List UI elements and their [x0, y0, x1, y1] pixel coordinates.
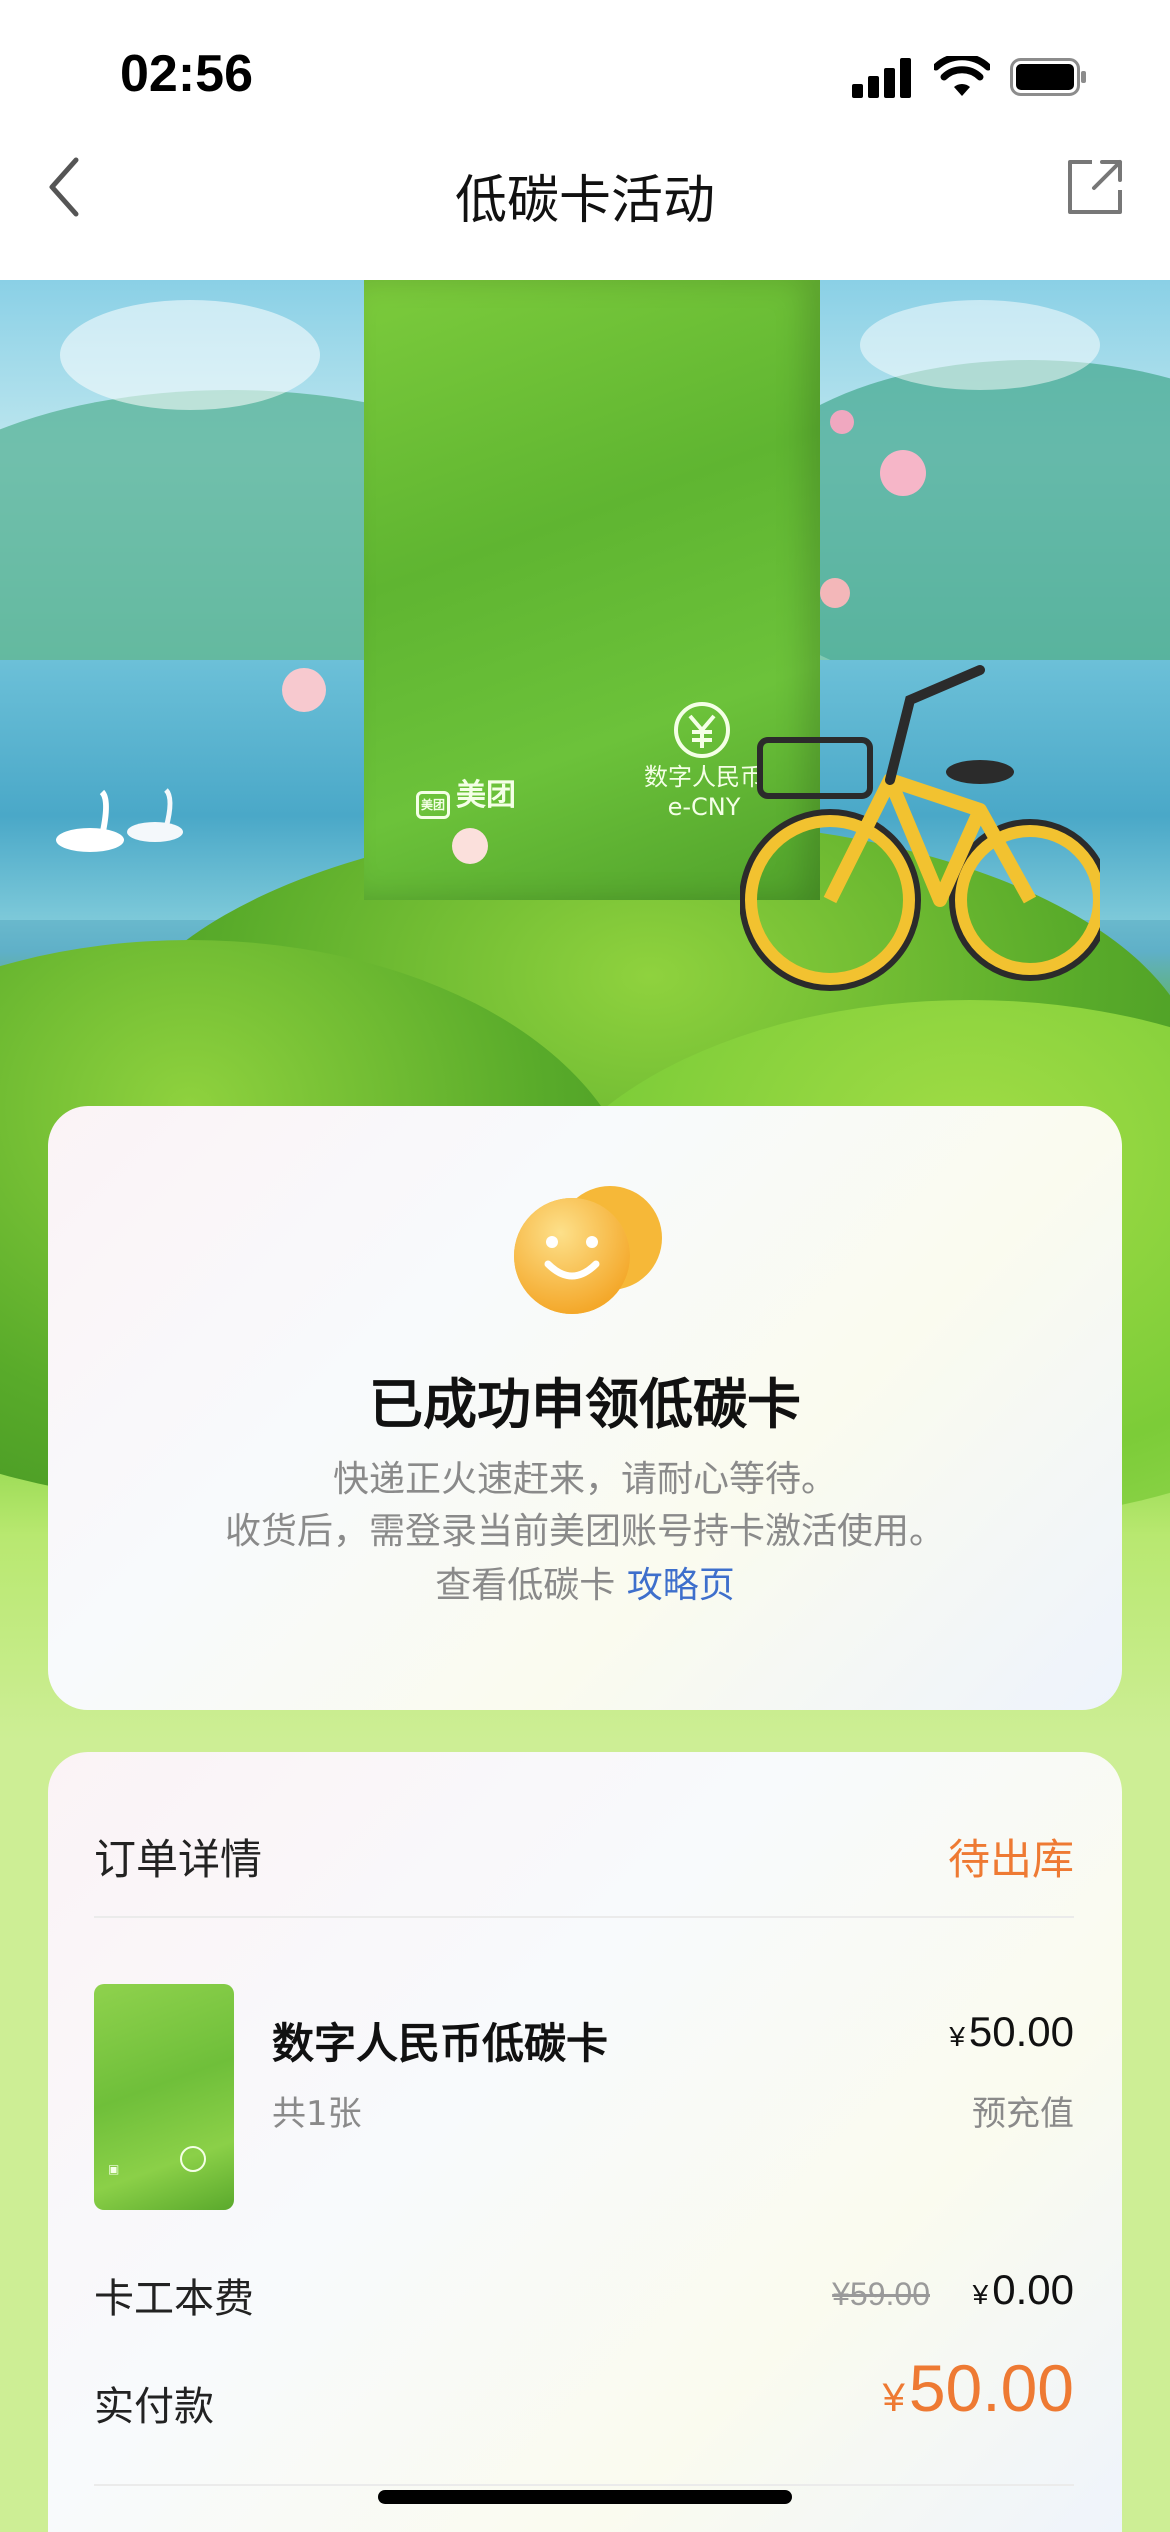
product-price-tag: 预充值	[972, 2094, 1074, 2134]
signal-icon	[852, 58, 912, 98]
mini-meituan-logo: ▣	[108, 2162, 120, 2176]
share-icon[interactable]	[1064, 156, 1126, 218]
product-quantity: 共1张	[272, 2094, 362, 2134]
mini-ecny-icon	[180, 2146, 206, 2172]
battery-icon	[1010, 58, 1086, 96]
paid-label: 实付款	[94, 2384, 214, 2430]
guide-link[interactable]: 攻略页	[627, 1565, 735, 1606]
swans-illustration	[56, 788, 183, 852]
divider	[94, 2484, 1074, 2486]
meituan-logo: 美团 美团	[416, 770, 516, 819]
product-price: ¥50.00	[949, 2008, 1074, 2055]
result-line-1: 快递正火速赶来，请耐心等待。	[332, 1459, 837, 1500]
product-thumbnail[interactable]: ▣	[94, 1984, 234, 2210]
result-line-2: 收货后，需登录当前美团账号持卡激活使用。	[224, 1511, 945, 1552]
card-fee-original: ¥59.00	[832, 2276, 930, 2312]
card-fee-label: 卡工本费	[94, 2276, 254, 2322]
result-line-3: 查看低碳卡 攻略页	[48, 1556, 1122, 1608]
wifi-icon	[934, 56, 990, 96]
status-time: 02:56	[120, 45, 253, 103]
divider	[94, 1916, 1074, 1918]
paid-amount: ¥50.00	[882, 2351, 1074, 2425]
card-fee-now: ¥0.00	[972, 2266, 1074, 2313]
result-title: 已成功申领低碳卡	[369, 1373, 801, 1436]
order-status-badge: 待出库	[947, 1835, 1074, 1884]
home-indicator	[378, 2490, 792, 2504]
order-title: 订单详情	[94, 1835, 263, 1884]
ecny-logo-icon	[674, 702, 730, 758]
product-name[interactable]: 数字人民币低碳卡	[272, 2010, 608, 2071]
smile-icon	[514, 1186, 662, 1314]
page-title: 低碳卡活动	[454, 171, 715, 231]
bike-illustration	[740, 665, 1100, 991]
guide-prefix: 查看低碳卡	[435, 1565, 616, 1606]
